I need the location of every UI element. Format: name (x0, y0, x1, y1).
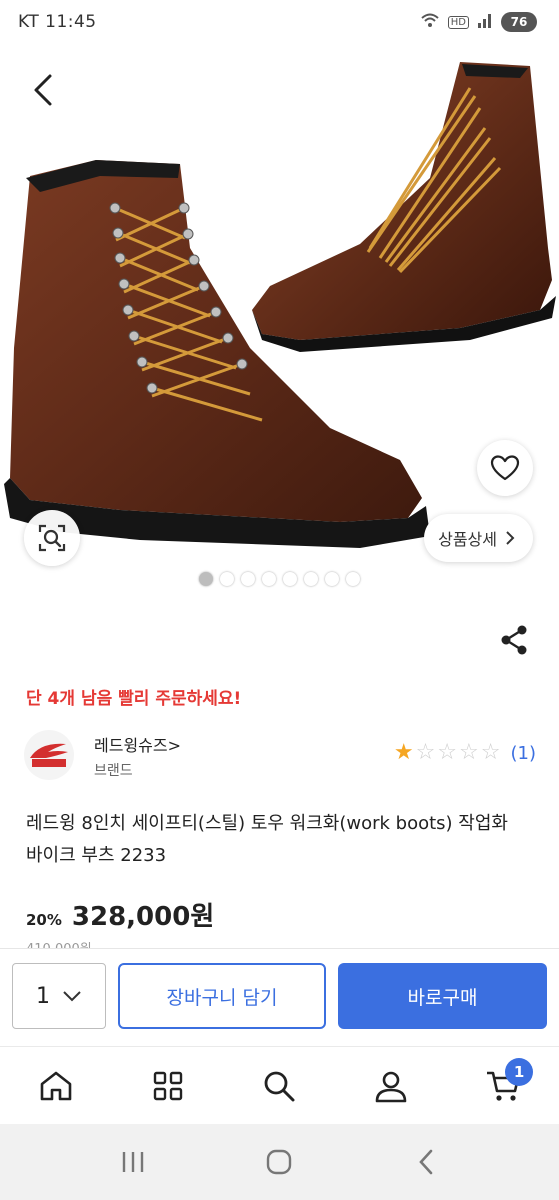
status-carrier-time: KT 11:45 (18, 12, 97, 32)
chevron-right-icon (506, 531, 515, 545)
heart-icon (490, 455, 520, 481)
carousel-dot[interactable] (199, 572, 213, 586)
brand-logo[interactable] (24, 730, 74, 780)
carousel-dot[interactable] (325, 572, 339, 586)
grid-icon (153, 1071, 182, 1100)
carousel-dot[interactable] (346, 572, 360, 586)
carousel-indicator (0, 572, 559, 586)
user-icon (375, 1071, 407, 1102)
cart-count-badge: 1 (505, 1057, 534, 1086)
star-empty-icon: ☆ (480, 740, 501, 765)
product-detail-button[interactable]: 상품상세 (424, 514, 533, 562)
hd-icon: HD (447, 15, 469, 29)
home-icon (40, 1071, 72, 1100)
product-title: 레드윙 8인치 세이프티(스틸) 토우 워크화(work boots) 작업화 … (26, 813, 508, 866)
search-icon (265, 1071, 295, 1101)
nav-my-page[interactable] (361, 1056, 421, 1116)
add-to-cart-button[interactable]: 장바구니 담기 (118, 963, 326, 1029)
carousel-dot[interactable] (241, 572, 255, 586)
carousel-dot[interactable] (304, 572, 318, 586)
star-empty-icon: ☆ (415, 740, 436, 765)
carousel-dot[interactable] (220, 572, 234, 586)
image-search-icon (38, 524, 66, 552)
share-icon (501, 625, 527, 655)
rating[interactable]: ★ ☆ ☆ ☆ ☆ (1) (394, 742, 536, 764)
sale-price: 328,000원 (71, 902, 215, 932)
brand-name-link[interactable]: 레드윙슈즈> (94, 732, 181, 756)
review-count[interactable]: (1) (511, 743, 537, 764)
red-wing-logo-icon (30, 743, 68, 767)
image-search-button[interactable] (24, 510, 80, 566)
star-empty-icon: ☆ (459, 740, 479, 765)
brand-chevron-icon: > (167, 736, 182, 755)
system-navigation-bar (0, 1124, 559, 1200)
brand-row: 레드윙슈즈> 브랜드 ★ ☆ ☆ ☆ ☆ (1) (24, 728, 536, 782)
bottom-nav: 1 (0, 1046, 559, 1124)
recent-apps-icon (122, 1152, 144, 1172)
back-arrow-icon (419, 1149, 433, 1175)
share-button[interactable] (497, 622, 531, 658)
star-empty-icon: ☆ (437, 740, 458, 765)
wifi-icon (420, 12, 440, 32)
quantity-value: 1 (36, 983, 50, 1009)
chevron-left-icon (34, 74, 52, 106)
chevron-down-icon (63, 991, 81, 1002)
purchase-bar: 1 장바구니 담기 바로구매 (0, 948, 559, 1042)
home-circle-icon (267, 1149, 292, 1175)
home-system-button[interactable] (249, 1132, 309, 1192)
brand-sub-label: 브랜드 (94, 763, 133, 779)
status-bar: KT 11:45 HD 76 (0, 0, 559, 48)
star-filled-icon: ★ (393, 740, 414, 765)
nav-search[interactable] (249, 1056, 309, 1116)
product-image-carousel[interactable]: 상품상세 (0, 48, 559, 600)
recent-apps-button[interactable] (103, 1132, 163, 1192)
product-detail-label: 상품상세 (438, 530, 497, 549)
like-button[interactable] (477, 440, 533, 496)
price-row: 20% 328,000원 (26, 896, 214, 933)
nav-cart[interactable]: 1 (473, 1056, 534, 1116)
battery-icon: 76 (501, 12, 537, 32)
back-system-button[interactable] (396, 1132, 456, 1192)
carousel-dot[interactable] (283, 572, 297, 586)
status-icons: HD 76 (420, 12, 537, 32)
nav-home[interactable] (26, 1056, 86, 1116)
original-price: 410,000원 (26, 938, 92, 948)
discount-rate: 20% (26, 911, 62, 929)
carousel-dot[interactable] (262, 572, 276, 586)
buy-now-button[interactable]: 바로구매 (338, 963, 547, 1029)
quantity-select[interactable]: 1 (12, 963, 106, 1029)
carrier-label: KT (18, 12, 40, 32)
nav-category[interactable] (138, 1056, 198, 1116)
clock: 11:45 (45, 12, 97, 32)
brand-name: 레드윙슈즈 (94, 736, 168, 755)
stock-warning: 단 4개 남음 빨리 주문하세요! (26, 689, 242, 709)
back-button[interactable] (26, 70, 60, 110)
signal-icon (477, 12, 493, 32)
